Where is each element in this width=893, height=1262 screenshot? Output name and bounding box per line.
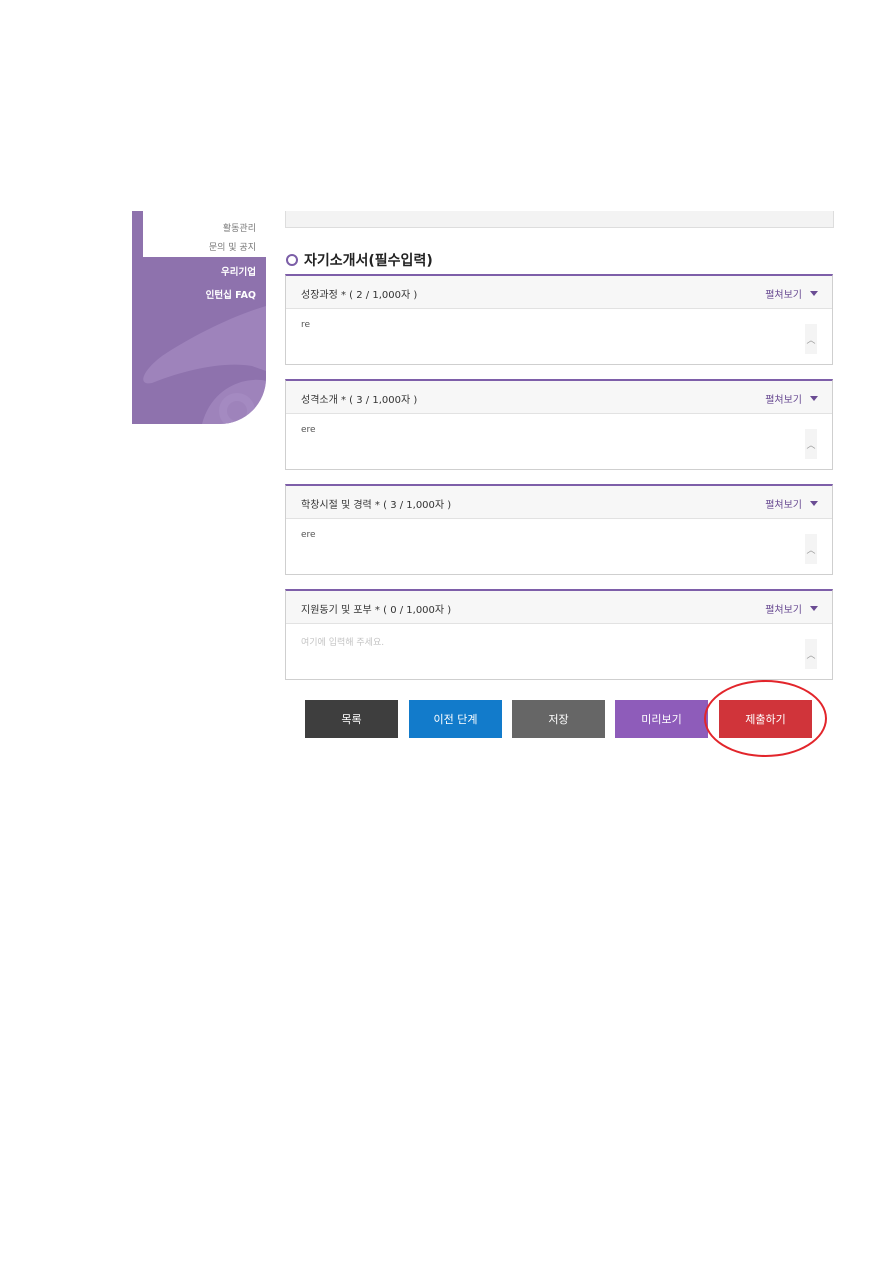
section-title: 자기소개서(필수입력) <box>286 250 433 270</box>
expand-label: 펼쳐보기 <box>765 500 802 511</box>
field-label: 학창시절 및 경력 * ( 3 / 1,000자 ) <box>301 500 452 511</box>
triangle-down-icon <box>810 396 818 401</box>
field-personality: 성격소개 * ( 3 / 1,000자 ) 펼쳐보기 ere ︿ <box>285 379 833 470</box>
chevron-up-icon: ︿ <box>806 440 816 451</box>
field-header: 성장과정 * ( 2 / 1,000자 ) 펼쳐보기 <box>286 276 832 309</box>
previous-section-bottom <box>285 211 834 228</box>
field-label: 성격소개 * ( 3 / 1,000자 ) <box>301 395 418 406</box>
field-header: 성격소개 * ( 3 / 1,000자 ) 펼쳐보기 <box>286 381 832 414</box>
circle-icon <box>286 254 298 266</box>
textarea-school-career[interactable]: ere <box>301 530 316 540</box>
textarea-motivation[interactable]: 여기에 입력해 주세요. <box>301 635 384 648</box>
field-header: 학창시절 및 경력 * ( 3 / 1,000자 ) 펼쳐보기 <box>286 486 832 519</box>
expand-button[interactable]: 펼쳐보기 <box>765 496 818 511</box>
field-header: 지원동기 및 포부 * ( 0 / 1,000자 ) 펼쳐보기 <box>286 591 832 624</box>
submit-button[interactable]: 제출하기 <box>719 700 812 738</box>
expand-label: 펼쳐보기 <box>765 395 802 406</box>
field-school-career: 학창시절 및 경력 * ( 3 / 1,000자 ) 펼쳐보기 ere ︿ <box>285 484 833 575</box>
preview-button[interactable]: 미리보기 <box>615 700 708 738</box>
sidebar: 활동관리 문의 및 공지 우리기업 인턴십 FAQ <box>132 211 266 424</box>
scrollbar[interactable]: ︿ <box>805 534 817 564</box>
field-growth: 성장과정 * ( 2 / 1,000자 ) 펼쳐보기 re ︿ <box>285 274 833 365</box>
field-label: 지원동기 및 포부 * ( 0 / 1,000자 ) <box>301 605 452 616</box>
triangle-down-icon <box>810 291 818 296</box>
sidebar-item-inquiry[interactable]: 문의 및 공지 <box>209 240 256 253</box>
expand-button[interactable]: 펼쳐보기 <box>765 391 818 406</box>
expand-label: 펼쳐보기 <box>765 605 802 616</box>
list-button[interactable]: 목록 <box>305 700 398 738</box>
field-motivation: 지원동기 및 포부 * ( 0 / 1,000자 ) 펼쳐보기 여기에 입력해 … <box>285 589 833 680</box>
expand-button[interactable]: 펼쳐보기 <box>765 286 818 301</box>
chevron-up-icon: ︿ <box>806 335 816 346</box>
expand-label: 펼쳐보기 <box>765 290 802 301</box>
sidebar-item-our-company[interactable]: 우리기업 <box>221 264 256 278</box>
scrollbar[interactable]: ︿ <box>805 639 817 669</box>
section-title-text: 자기소개서(필수입력) <box>304 253 433 269</box>
save-button[interactable]: 저장 <box>512 700 605 738</box>
expand-button[interactable]: 펼쳐보기 <box>765 601 818 616</box>
previous-step-button[interactable]: 이전 단계 <box>409 700 502 738</box>
scrollbar[interactable]: ︿ <box>805 324 817 354</box>
triangle-down-icon <box>810 501 818 506</box>
scrollbar[interactable]: ︿ <box>805 429 817 459</box>
chevron-up-icon: ︿ <box>806 650 816 661</box>
sidebar-item-faq[interactable]: 인턴십 FAQ <box>206 287 256 301</box>
textarea-growth[interactable]: re <box>301 320 310 330</box>
field-label: 성장과정 * ( 2 / 1,000자 ) <box>301 290 418 301</box>
triangle-down-icon <box>810 606 818 611</box>
chevron-up-icon: ︿ <box>806 545 816 556</box>
textarea-personality[interactable]: ere <box>301 425 316 435</box>
sidebar-item-activity[interactable]: 활동관리 <box>223 221 256 234</box>
